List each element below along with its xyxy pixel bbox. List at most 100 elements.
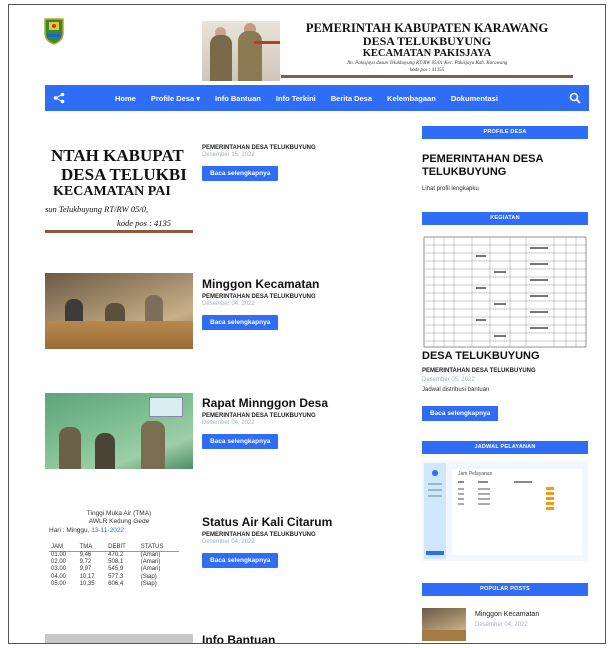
tma-cell: 10,17 — [79, 573, 95, 580]
nav-menu: Home Profile Desa ▾ Info Bantuan Info Te… — [115, 85, 498, 111]
post-item: Info Bantuan — [202, 633, 402, 643]
tma-cell: 01.00 — [51, 552, 67, 558]
main-nav-bar: Home Profile Desa ▾ Info Bantuan Info Te… — [45, 85, 589, 111]
service-schedule-image[interactable]: Jam Pelayanan — [422, 461, 588, 561]
read-more-button[interactable]: Baca selengkapnya — [202, 553, 279, 568]
post-thumbnail-tma-table[interactable]: Tinggi Muka Air (TMA) AWLR Kedung Gede H… — [45, 510, 193, 594]
read-more-button[interactable]: Baca selengkapnya — [202, 434, 279, 449]
tma-table: JAM TMA DEBIT STATUS 01.00 9,46 470,2 (A… — [49, 543, 179, 588]
banner-line-3: KECAMATAN PAKISJAYA — [362, 48, 492, 59]
tma-cell: 03.00 — [51, 566, 67, 573]
tma-cell: 545,9 — [108, 566, 124, 573]
tma-cell: 508,1 — [108, 559, 124, 566]
post-author[interactable]: PEMERINTAHAN DESA TELUKBUYUNG — [202, 413, 402, 419]
sidebar-header-profile: PROFILE DESA — [422, 126, 588, 139]
tma-title: Tinggi Muka Air (TMA) — [86, 510, 152, 517]
tma-cell: (Aman) — [140, 552, 161, 558]
tma-col-header: STATUS — [138, 543, 179, 552]
tma-cell: 9,72 — [79, 559, 92, 566]
tma-cell: 577,3 — [108, 573, 124, 580]
tma-col-header: DEBIT — [106, 543, 139, 552]
banner-address: Jln. Pakisjaya dusun Telukbuyung RT/RW 0… — [346, 61, 508, 66]
banner-line-1: PEMERINTAH KABUPATEN KARAWANG — [305, 21, 549, 35]
thumb-text: kode pos : 4135 — [117, 218, 172, 228]
table-row: 05.00 10,35 606,4 (Siap) — [49, 581, 179, 588]
tma-cell: 606,4 — [108, 580, 124, 587]
site-header-banner[interactable]: PEMERINTAH KABUPATEN KARAWANG DESA TELUK… — [9, 5, 605, 81]
banner-text: PEMERINTAH KABUPATEN KARAWANG DESA TELUK… — [281, 21, 573, 74]
post-thumbnail-info-bantuan[interactable] — [45, 634, 193, 643]
popular-post-thumbnail[interactable] — [422, 608, 466, 641]
read-more-button[interactable]: Baca selengkapnya — [202, 166, 279, 181]
tma-cell: (Siap) — [140, 573, 157, 580]
officials-photo — [202, 21, 280, 81]
post-thumbnail-rapat-desa[interactable] — [45, 393, 193, 469]
tma-col-header: JAM — [49, 543, 78, 552]
tma-cell: 9,46 — [79, 552, 92, 558]
jadwal-image-graphic — [422, 461, 588, 561]
nav-info-terkini[interactable]: Info Terkini — [276, 94, 316, 103]
nav-profile-desa[interactable]: Profile Desa ▾ — [151, 94, 200, 103]
tma-cell: (Aman) — [140, 559, 161, 566]
post-thumbnail-minggon-kecamatan[interactable] — [45, 273, 193, 349]
kegiatan-author[interactable]: PEMERINTAHAN DESA TELUKBUYUNG — [422, 368, 536, 374]
table-row: 01.00 9,46 470,2 (Aman) — [49, 552, 179, 560]
post-item: Rapat Minnggon Desa PEMERINTAHAN DESA TE… — [202, 396, 402, 449]
thumb-divider — [45, 230, 193, 233]
tma-day-date: 13-11-2022 — [91, 527, 125, 534]
tma-cell: 470,2 — [108, 552, 124, 558]
post-title[interactable]: Info Bantuan — [202, 633, 402, 643]
post-title[interactable]: Status Air Kali Citarum — [202, 515, 402, 530]
popular-post-title[interactable]: Minggon Kecamatan — [475, 611, 539, 618]
tma-station: AWLR Kedung Gede — [88, 518, 150, 525]
nav-berita-desa[interactable]: Berita Desa — [331, 94, 372, 103]
nav-home[interactable]: Home — [115, 94, 136, 103]
banner-line-2: DESA TELUKBUYUNG — [362, 34, 492, 48]
tma-col-header: TMA — [77, 543, 107, 552]
post-author[interactable]: PEMERINTAHAN DESA TELUKBUYUNG — [202, 294, 402, 300]
tma-day-label: Hari : Minggu, — [49, 527, 90, 534]
karawang-logo-icon — [44, 18, 64, 45]
tma-cell: (Aman) — [140, 566, 161, 573]
sidebar-header-kegiatan: KEGIATAN — [422, 212, 588, 225]
share-icon[interactable] — [53, 92, 65, 104]
tma-day: Hari : Minggu, 13-11-2022 — [49, 527, 193, 534]
nav-dokumentasi[interactable]: Dokumentasi — [451, 94, 498, 103]
post-date: Desember 04, 2022 — [202, 420, 255, 426]
tma-cell: 04.00 — [51, 573, 67, 580]
search-icon[interactable] — [569, 92, 581, 104]
read-more-button[interactable]: Baca selengkapnya — [202, 315, 279, 330]
tma-cell: (Siap) — [140, 580, 157, 587]
jadwal-image-title: Jam Pelayanan — [458, 471, 493, 477]
post-author[interactable]: PEMERINTAHAN DESA TELUKBUYUNG — [202, 145, 402, 151]
thumb-text: DESA TELUKBI — [61, 165, 187, 184]
post-date: Desember 04, 2022 — [202, 539, 255, 545]
schedule-table-image[interactable] — [422, 235, 588, 349]
kegiatan-excerpt: Jadwal distribusi bantuan — [422, 387, 490, 393]
table-row: 04.00 10,17 577,3 (Siap) — [49, 574, 179, 581]
thumb-text: NTAH KABUPAT — [51, 146, 184, 165]
post-title[interactable]: Minggon Kecamatan — [202, 277, 402, 292]
post-date: Desember 04, 2022 — [202, 301, 255, 307]
post-date: Desember 15, 2022 — [202, 152, 255, 158]
table-row: 03.00 9,97 545,9 (Aman) — [49, 566, 179, 573]
nav-kelembagaan[interactable]: Kelembagaan — [387, 94, 436, 103]
post-author[interactable]: PEMERINTAHAN DESA TELUKBUYUNG — [202, 532, 402, 538]
thumb-text: KECAMATAN PAI — [53, 184, 171, 199]
post-item: PEMERINTAHAN DESA TELUKBUYUNG Desember 1… — [202, 143, 402, 181]
tma-cell: 02.00 — [51, 559, 67, 566]
post-thumbnail-banner[interactable]: NTAH KABUPAT DESA TELUKBI KECAMATAN PAI … — [45, 138, 193, 234]
page-frame: PEMERINTAH KABUPATEN KARAWANG DESA TELUK… — [8, 4, 606, 644]
profile-link[interactable]: Lihat profil lengkapku — [422, 186, 479, 192]
nav-info-bantuan[interactable]: Info Bantuan — [215, 94, 261, 103]
kegiatan-title[interactable]: DESA TELUKBUYUNG — [422, 350, 592, 363]
banner-divider — [281, 75, 573, 78]
kegiatan-date: Desember 05, 2022 — [422, 377, 475, 383]
post-title[interactable]: Rapat Minnggon Desa — [202, 396, 402, 411]
post-item: Status Air Kali Citarum PEMERINTAHAN DES… — [202, 515, 402, 568]
tma-cell: 05.00 — [51, 580, 67, 587]
kegiatan-read-more-button[interactable]: Baca selengkapnya — [422, 406, 499, 421]
profile-title: PEMERINTAHAN DESA TELUKBUYUNG — [422, 153, 544, 178]
table-row: 02.00 9,72 508,1 (Aman) — [49, 559, 179, 566]
banner-postcode: kode pos : 41355 — [409, 68, 445, 73]
